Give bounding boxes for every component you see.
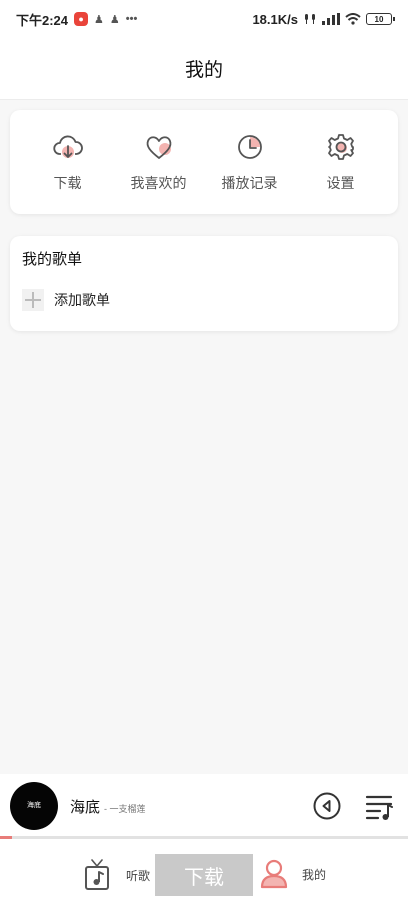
quick-action-label: 播放记录 [221, 175, 278, 191]
plus-icon [22, 289, 44, 311]
quick-action-history[interactable]: 播放记录 [210, 131, 290, 193]
qq-notification-icon: ♟ [94, 13, 104, 26]
album-cover-text: 海底 [27, 802, 41, 810]
user-icon [260, 859, 288, 889]
status-time: 下午2:24 [16, 12, 69, 28]
playlist-queue-icon[interactable] [364, 791, 394, 821]
page-header: 我的 [0, 38, 408, 100]
play-button[interactable] [312, 791, 342, 821]
tab-mine[interactable]: 我的 [260, 859, 326, 889]
battery-icon: 10 [366, 13, 395, 25]
quick-action-favorites[interactable]: 我喜欢的 [119, 131, 199, 193]
bottom-tab-bar: 听歌 下载 我的 [0, 839, 408, 912]
music-note-icon [85, 859, 109, 890]
quick-action-label: 下载 [53, 175, 82, 191]
clock-icon [237, 135, 262, 159]
add-playlist-button[interactable]: 添加歌单 [22, 289, 386, 311]
quick-action-settings[interactable]: 设置 [301, 131, 381, 193]
album-cover[interactable]: 海底 [10, 782, 58, 830]
song-artist: - 一支榴莲 [104, 803, 146, 814]
cloud-download-icon [52, 135, 83, 158]
quick-action-download[interactable]: 下载 [28, 131, 108, 193]
qq-notification-icon-2: ♟ [109, 13, 120, 26]
earbuds-icon [305, 14, 315, 24]
tab-mine-label: 我的 [302, 867, 327, 882]
battery-level: 10 [374, 14, 384, 24]
heart-icon [146, 136, 171, 159]
wifi-icon [345, 13, 361, 25]
tab-listen[interactable]: 听歌 [84, 859, 150, 891]
status-bar: 下午2:24 ● ♟ ♟ ••• 18.1K/s 10 [0, 0, 408, 38]
song-title: 海底 [70, 798, 101, 816]
gear-icon [327, 134, 354, 160]
more-notifications-icon: ••• [125, 13, 138, 25]
add-playlist-label: 添加歌单 [54, 292, 110, 308]
tab-listen-label: 听歌 [126, 868, 151, 883]
mini-player[interactable]: 海底 海底 - 一支榴莲 [0, 774, 408, 838]
section-title: 我的歌单 [22, 251, 83, 268]
quick-action-label: 我喜欢的 [130, 175, 187, 191]
quick-action-label: 设置 [326, 175, 355, 191]
page-title: 我的 [184, 60, 223, 81]
network-speed: 18.1K/s [252, 11, 298, 27]
signal-icon [322, 13, 340, 25]
app-notification-icon: ● [74, 12, 89, 26]
quick-actions-card: 下载 我喜欢的 播放记录 设置 [10, 110, 398, 214]
my-playlists-card: 我的歌单 添加歌单 [10, 236, 398, 331]
download-button[interactable]: 下载 [155, 854, 253, 896]
